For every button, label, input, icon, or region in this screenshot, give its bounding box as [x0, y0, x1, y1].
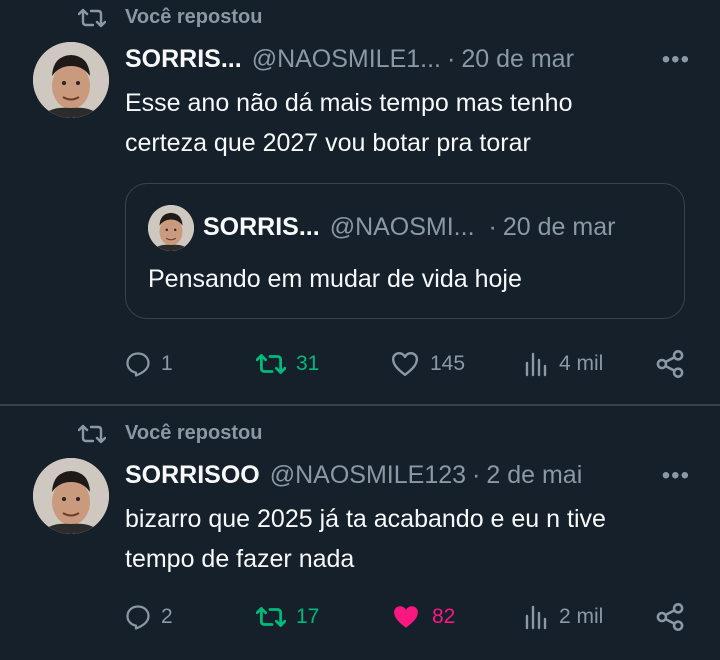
repost-button[interactable]: 31: [256, 344, 319, 384]
repost-button[interactable]: 17: [256, 597, 319, 637]
views-button[interactable]: 2 mil: [523, 597, 603, 637]
more-options-icon[interactable]: •••: [662, 462, 690, 490]
tweet-text-line: Esse ano não dá mais tempo mas tenho: [125, 89, 573, 117]
reply-count: 2: [161, 605, 173, 628]
repost-count: 17: [296, 605, 320, 628]
separator: ·: [447, 45, 456, 73]
tweet-date[interactable]: 20 de mar: [461, 45, 574, 74]
views-icon: [525, 352, 547, 377]
reply-button[interactable]: 1: [125, 344, 173, 384]
repost-count: 31: [296, 352, 320, 375]
repost-icon: [78, 424, 106, 443]
repost-icon: [256, 354, 286, 374]
like-count: 82: [432, 605, 456, 628]
share-icon: [656, 603, 684, 631]
reply-count: 1: [161, 352, 173, 375]
quote-header: SORRIS... @NAOSMI... · 20 de mar: [203, 213, 662, 242]
tweet-1[interactable]: Você repostou SORRIS... @NAOSMILE1... · …: [0, 0, 720, 404]
views-count: 2 mil: [559, 605, 604, 628]
author-handle[interactable]: @NAOSMILE1...: [252, 45, 441, 74]
tweet-header: SORRIS... @NAOSMILE1... · 20 de mar •••: [125, 45, 690, 74]
quote-text: Pensando em mudar de vida hoje: [148, 265, 522, 293]
tweet-header: SORRISOO @NAOSMILE123 · 2 de mai •••: [125, 461, 690, 490]
tweet-text-line: tempo de fazer nada: [125, 545, 355, 573]
repost-label: Você repostou: [125, 422, 263, 444]
tweet-2[interactable]: Você repostou SORRISOO @NAOSMILE123 · 2 …: [0, 406, 720, 660]
repost-icon: [256, 607, 286, 627]
tweet-text: Esse ano não dá mais tempo mas tenho cer…: [125, 83, 690, 163]
avatar[interactable]: [33, 458, 109, 534]
share-button[interactable]: [655, 597, 695, 637]
repost-indicator: Você repostou: [78, 422, 262, 445]
views-count: 4 mil: [559, 352, 604, 375]
share-icon: [656, 350, 684, 378]
views-icon: [525, 605, 547, 630]
reply-icon: [126, 605, 150, 630]
tweet-text: bizarro que 2025 já ta acabando e eu n t…: [125, 499, 690, 579]
reply-button[interactable]: 2: [125, 597, 173, 637]
repost-icon: [78, 8, 106, 27]
like-button[interactable]: 145: [390, 344, 465, 384]
tweet-text-line: certeza que 2027 vou botar pra torar: [125, 129, 531, 157]
reply-icon: [126, 352, 150, 377]
separator: ·: [488, 213, 497, 241]
more-options-icon[interactable]: •••: [662, 46, 690, 74]
repost-label: Você repostou: [125, 6, 263, 28]
views-button[interactable]: 4 mil: [523, 344, 603, 384]
action-bar: 1 31 145 4 mil: [125, 344, 685, 384]
author-name[interactable]: SORRISOO: [125, 461, 260, 490]
tweet-date[interactable]: 2 de mai: [486, 461, 582, 490]
quote-date: 20 de mar: [502, 213, 616, 241]
avatar-photo: [33, 42, 109, 118]
like-button[interactable]: 82: [390, 597, 455, 637]
repost-indicator: Você repostou: [78, 6, 262, 29]
quote-author-name: SORRIS...: [203, 213, 320, 241]
author-name[interactable]: SORRIS...: [125, 45, 242, 74]
action-bar: 2 17 82 2 mil: [125, 597, 685, 637]
avatar-photo: [33, 458, 109, 534]
avatar-photo: [148, 205, 194, 251]
heart-filled-icon: [394, 606, 418, 628]
like-count: 145: [430, 352, 466, 375]
author-handle[interactable]: @NAOSMILE123: [270, 461, 466, 490]
avatar[interactable]: [33, 42, 109, 118]
tweet-text-line: bizarro que 2025 já ta acabando e eu n t…: [125, 505, 606, 533]
separator: ·: [472, 461, 481, 489]
quote-avatar: [148, 205, 194, 251]
share-button[interactable]: [655, 344, 695, 384]
heart-icon: [391, 352, 419, 376]
quote-author-handle: @NAOSMI...: [329, 213, 475, 241]
quoted-tweet[interactable]: SORRIS... @NAOSMI... · 20 de mar Pensand…: [125, 183, 685, 319]
